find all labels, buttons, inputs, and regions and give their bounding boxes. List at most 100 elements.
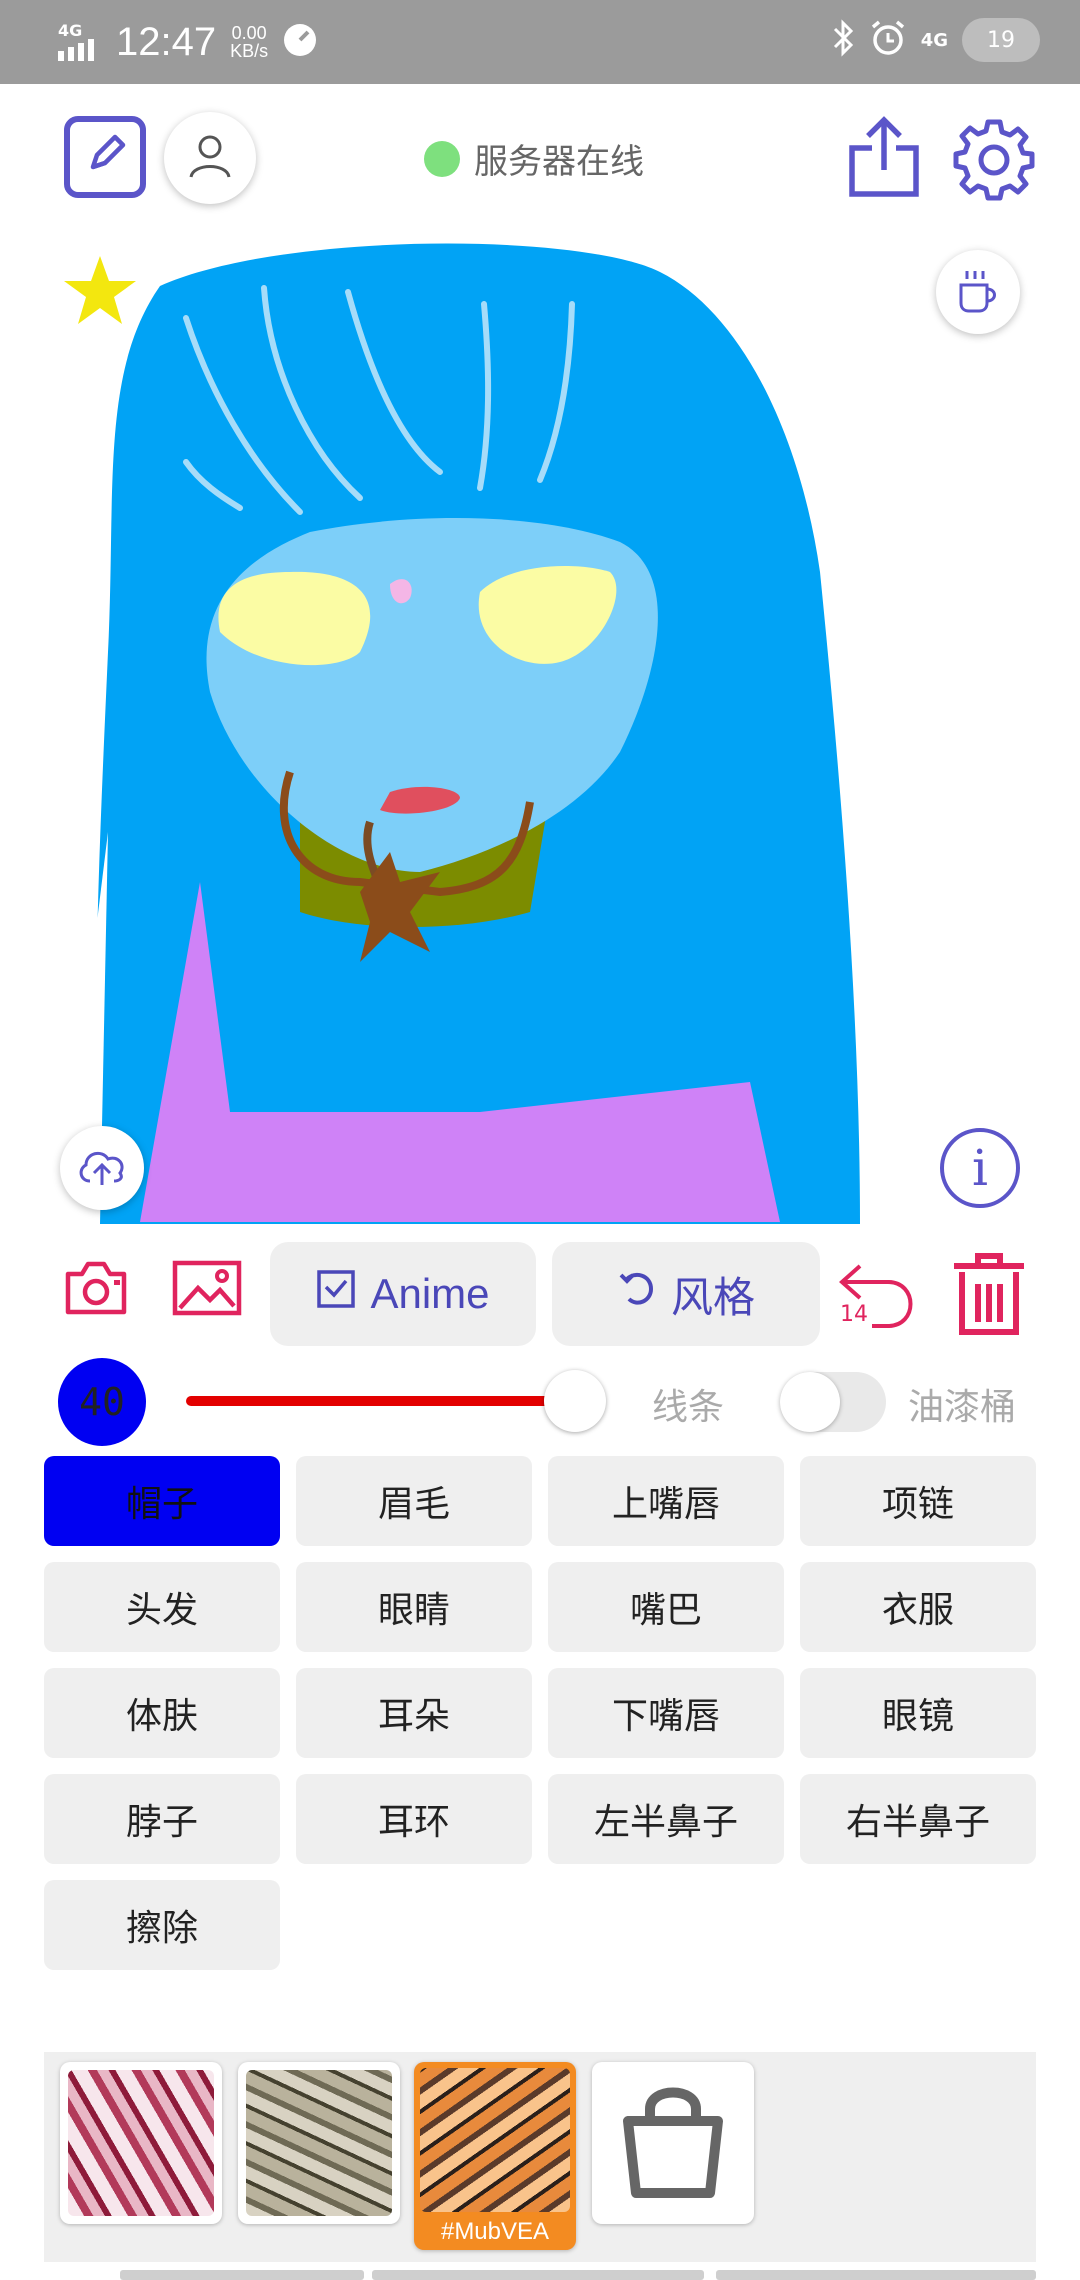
gallery-button[interactable]	[172, 1260, 242, 1316]
user-icon	[185, 131, 235, 185]
delete-button[interactable]	[950, 1250, 1028, 1336]
share-button[interactable]	[846, 114, 922, 200]
network-type: 4G	[58, 21, 83, 40]
part-button[interactable]: 嘴巴	[548, 1562, 784, 1652]
part-label: 帽子	[125, 1484, 198, 1525]
part-button[interactable]: 眼镜	[800, 1668, 1036, 1758]
pencil-edit-icon	[79, 129, 131, 185]
part-label: 衣服	[881, 1590, 954, 1631]
drawing-canvas[interactable]	[60, 232, 1020, 1224]
part-label: 眉毛	[377, 1484, 450, 1525]
battery-icon: 19	[962, 18, 1040, 62]
part-button[interactable]: 体肤	[44, 1668, 280, 1758]
part-button[interactable]: 擦除	[44, 1880, 280, 1970]
alarm-icon	[869, 19, 907, 61]
part-button[interactable]: 下嘴唇	[548, 1668, 784, 1758]
sketch-drawing	[60, 243, 861, 1224]
face-parts-grid: 帽子 眉毛 上嘴唇 项链头发 眼睛 嘴巴 衣服体肤 耳朵 下嘴唇 眼镜脖子 耳环 左半鼻子 右半鼻子擦除	[44, 1456, 1036, 1970]
part-button[interactable]: 衣服	[800, 1562, 1036, 1652]
style-thumbnail[interactable]	[238, 2062, 400, 2224]
shopping-bag-icon	[618, 2081, 728, 2205]
net-speed: 0.00 KB/s	[230, 24, 268, 60]
part-label: 耳朵	[377, 1696, 450, 1737]
part-button[interactable]: 帽子	[44, 1456, 280, 1546]
style-thumbnails: #MubVEA	[44, 2052, 1036, 2262]
part-button[interactable]: 耳朵	[296, 1668, 532, 1758]
server-status-text: 服务器在线	[474, 142, 644, 182]
info-button[interactable]: i	[940, 1128, 1020, 1208]
trash-icon	[950, 1253, 1028, 1340]
part-button[interactable]: 头发	[44, 1562, 280, 1652]
status-left: 4G 12:47 0.00 KB/s	[58, 14, 318, 70]
tab-indicator[interactable]	[120, 2270, 364, 2280]
part-button[interactable]: 左半鼻子	[548, 1774, 784, 1864]
part-button[interactable]: 脖子	[44, 1774, 280, 1864]
style-store-button[interactable]	[592, 2062, 754, 2224]
settings-button[interactable]	[952, 118, 1036, 202]
style-swatch-stone	[246, 2070, 392, 2216]
bluetooth-icon	[831, 19, 855, 61]
network-right-label: 4G	[920, 29, 948, 51]
toggle-knob	[780, 1372, 840, 1432]
part-label: 脖子	[125, 1802, 198, 1843]
part-label: 耳环	[377, 1802, 450, 1843]
paint-bucket-toggle[interactable]	[780, 1372, 886, 1432]
bottom-tab-indicators	[120, 2270, 1036, 2280]
coffee-cup-button[interactable]	[936, 250, 1020, 334]
part-label: 下嘴唇	[611, 1696, 720, 1737]
lines-label: 线条	[652, 1387, 725, 1428]
top-bar: 服务器在线	[0, 84, 1080, 232]
style-refresh-button[interactable]: 风格	[552, 1242, 820, 1346]
status-right: 4G 19	[831, 18, 1040, 62]
cloud-upload-icon	[74, 1143, 130, 1193]
tab-indicator[interactable]	[716, 2270, 1036, 2280]
brush-size-value: 40	[79, 1380, 125, 1424]
part-label: 上嘴唇	[611, 1484, 720, 1525]
status-bar: 4G 12:47 0.00 KB/s 4G 19	[0, 0, 1080, 84]
part-label: 项链	[881, 1484, 954, 1525]
online-status-dot	[424, 140, 460, 177]
image-icon	[172, 1260, 242, 1320]
part-button[interactable]: 上嘴唇	[548, 1456, 784, 1546]
part-button[interactable]: 眉毛	[296, 1456, 532, 1546]
net-speed-value: 0.00	[231, 23, 267, 43]
part-button[interactable]: 耳环	[296, 1774, 532, 1864]
brush-size-slider-track[interactable]	[186, 1396, 575, 1406]
part-label: 眼睛	[377, 1590, 450, 1631]
brush-controls: 40 线条 油漆桶	[0, 1354, 1080, 1450]
camera-icon	[64, 1261, 128, 1320]
anime-mode-button[interactable]: Anime	[270, 1242, 536, 1346]
part-button[interactable]: 眼睛	[296, 1562, 532, 1652]
speedometer-icon	[282, 22, 318, 62]
cloud-upload-button[interactable]	[60, 1126, 144, 1210]
style-thumbnail-selected[interactable]: #MubVEA	[414, 2062, 576, 2250]
signal-icon: 4G	[58, 23, 102, 61]
part-label: 体肤	[125, 1696, 198, 1737]
part-label: 头发	[125, 1590, 198, 1631]
part-label: 右半鼻子	[845, 1802, 990, 1843]
undo-count: 14	[840, 1302, 868, 1327]
style-label: 风格	[670, 1272, 755, 1322]
part-button[interactable]: 项链	[800, 1456, 1036, 1546]
user-profile-button[interactable]	[164, 112, 256, 204]
part-label: 嘴巴	[629, 1590, 702, 1631]
refresh-icon	[617, 1269, 657, 1319]
paint-bucket-label: 油漆桶	[908, 1387, 1017, 1428]
part-button[interactable]: 右半鼻子	[800, 1774, 1036, 1864]
part-label: 左半鼻子	[593, 1802, 738, 1843]
style-thumbnail[interactable]	[60, 2062, 222, 2224]
edit-button[interactable]	[64, 116, 146, 198]
camera-button[interactable]	[64, 1260, 128, 1316]
net-speed-unit: KB/s	[230, 41, 269, 61]
tool-row: Anime 风格 14	[0, 1230, 1080, 1350]
clock: 12:47	[116, 20, 217, 64]
gear-icon	[952, 119, 1036, 206]
part-label: 擦除	[125, 1908, 198, 1949]
share-icon	[846, 116, 922, 204]
brush-size-slider-thumb[interactable]	[544, 1370, 606, 1432]
favorite-star-icon[interactable]	[62, 254, 138, 326]
brush-size-indicator: 40	[58, 1358, 146, 1446]
style-swatch-pink	[68, 2070, 214, 2216]
battery-level: 19	[987, 27, 1015, 53]
tab-indicator[interactable]	[372, 2270, 704, 2280]
